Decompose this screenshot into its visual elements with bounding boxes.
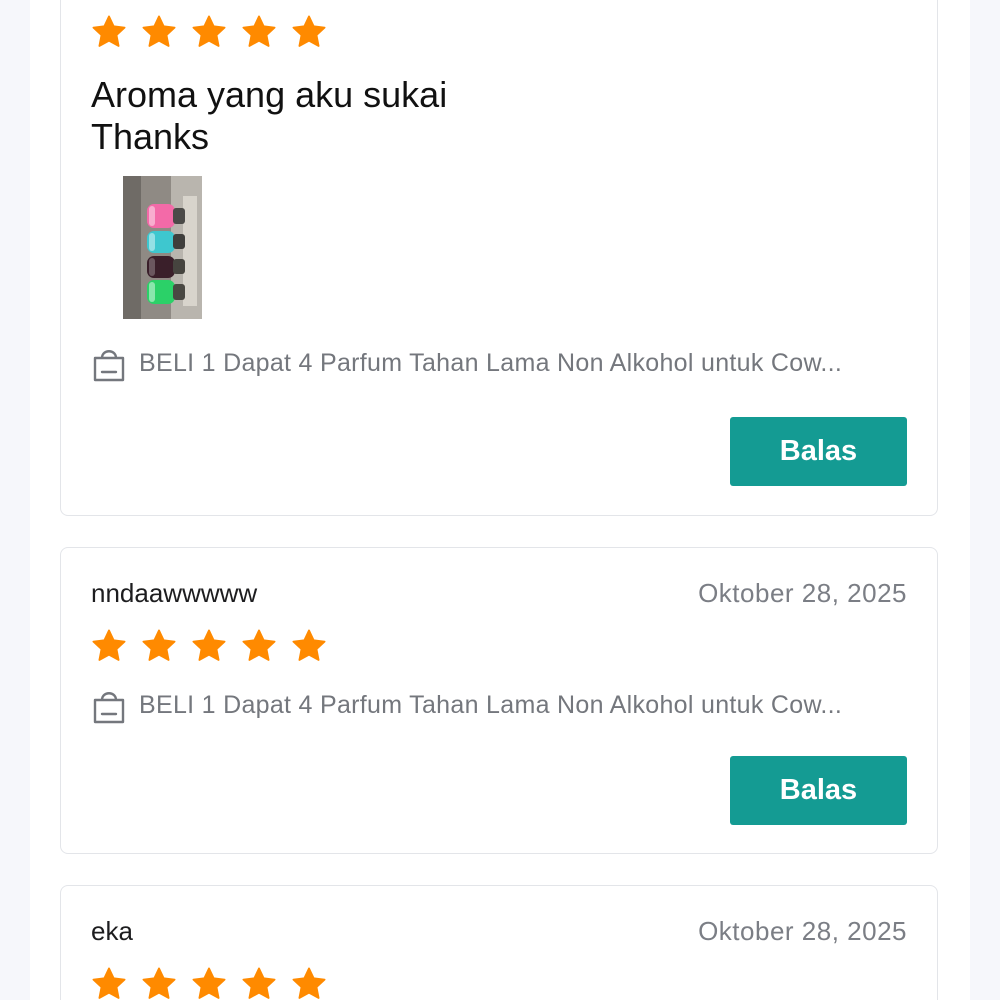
star-icon: [192, 15, 226, 47]
star-icon: [92, 15, 126, 47]
star-icon: [192, 629, 226, 661]
review-date: Oktober 28, 2025: [698, 916, 907, 946]
shopping-bag-icon: [93, 692, 125, 724]
star-icon: [92, 967, 126, 999]
shopping-bag-icon: [93, 350, 125, 382]
product-name[interactable]: BELI 1 Dapat 4 Parfum Tahan Lama Non Alk…: [139, 691, 842, 720]
product-info: BELI 1 Dapat 4 Parfum Tahan Lama Non Alk…: [91, 344, 897, 382]
review-header: nndaawwwww Oktober 28, 2025: [91, 578, 907, 609]
review-text-line: Thanks: [91, 116, 210, 157]
product-name[interactable]: BELI 1 Dapat 4 Parfum Tahan Lama Non Alk…: [139, 349, 842, 378]
rating-stars: [91, 628, 327, 664]
reviewer-username: nndaawwwww: [91, 578, 258, 608]
review-card: Aroma yang aku sukai Thanks BELI 1 Dapat…: [60, 0, 938, 516]
star-icon: [242, 15, 276, 47]
star-icon: [242, 629, 276, 661]
review-text: Aroma yang aku sukai Thanks: [91, 74, 447, 158]
review-card: nndaawwwww Oktober 28, 2025 BELI 1 Dapat…: [60, 547, 938, 854]
reviewer-username: eka: [91, 916, 133, 946]
review-date: Oktober 28, 2025: [698, 578, 907, 608]
star-icon: [142, 629, 176, 661]
star-icon: [292, 629, 326, 661]
review-header: eka Oktober 28, 2025: [91, 916, 907, 947]
perfume-bottles-photo: [123, 176, 202, 319]
star-icon: [142, 15, 176, 47]
star-icon: [292, 15, 326, 47]
rating-stars: [91, 966, 327, 1000]
review-text-line: Aroma yang aku sukai: [91, 74, 448, 115]
reply-button[interactable]: Balas: [730, 417, 907, 486]
review-list-page: Aroma yang aku sukai Thanks BELI 1 Dapat…: [0, 0, 1000, 1000]
review-list: Aroma yang aku sukai Thanks BELI 1 Dapat…: [30, 0, 970, 1000]
star-icon: [292, 967, 326, 999]
product-info: BELI 1 Dapat 4 Parfum Tahan Lama Non Alk…: [91, 686, 897, 724]
reply-button[interactable]: Balas: [730, 756, 907, 825]
rating-stars: [91, 14, 327, 50]
star-icon: [142, 967, 176, 999]
star-icon: [192, 967, 226, 999]
star-icon: [92, 629, 126, 661]
star-icon: [242, 967, 276, 999]
review-photo[interactable]: [123, 176, 202, 319]
review-card: eka Oktober 28, 2025: [60, 885, 938, 1000]
